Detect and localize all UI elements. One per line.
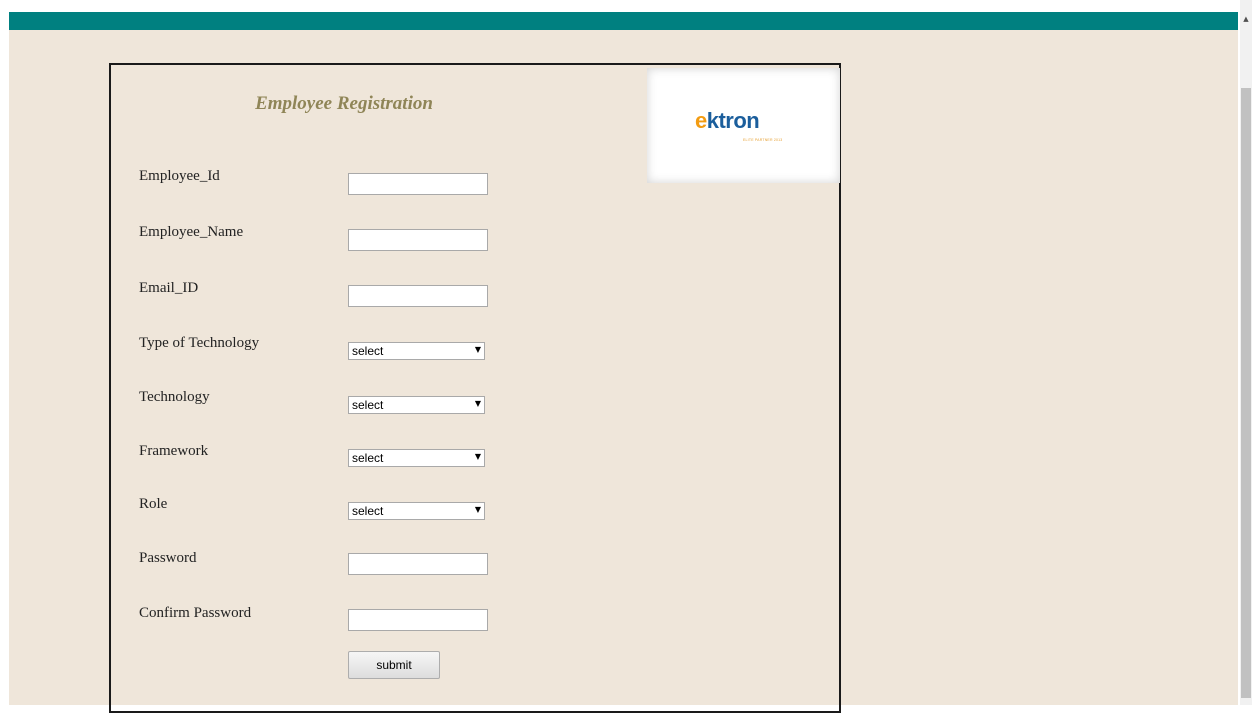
confirm-password-label: Confirm Password xyxy=(139,605,252,621)
type-of-technology-select[interactable]: select ▼ xyxy=(348,342,485,360)
framework-selected: select xyxy=(352,451,384,465)
framework-label: Framework xyxy=(139,443,209,459)
logo-wordmark: ektron xyxy=(695,108,760,133)
confirm-password-field[interactable] xyxy=(348,609,488,631)
technology-selected: select xyxy=(352,398,384,412)
submit-button[interactable]: submit xyxy=(348,651,440,679)
role-select[interactable]: select ▼ xyxy=(348,502,485,520)
type-of-technology-selected: select xyxy=(352,344,384,358)
employee-id-field[interactable] xyxy=(348,173,488,195)
email-id-field[interactable] xyxy=(348,285,488,307)
dropdown-arrow-icon: ▼ xyxy=(474,452,481,461)
logo-tagline: ELITE PARTNER 2013 xyxy=(743,138,783,142)
registration-form: Employee Registration ektron ELITE PARTN… xyxy=(109,63,841,713)
password-label: Password xyxy=(139,550,197,566)
employee-name-label: Employee_Name xyxy=(139,224,244,240)
technology-label: Technology xyxy=(139,389,210,405)
framework-select[interactable]: select ▼ xyxy=(348,449,485,467)
role-selected: select xyxy=(352,504,384,518)
employee-name-field[interactable] xyxy=(348,229,488,251)
employee-id-label: Employee_Id xyxy=(139,168,220,184)
dropdown-arrow-icon: ▼ xyxy=(474,505,481,514)
email-id-label: Email_ID xyxy=(139,280,199,296)
password-field[interactable] xyxy=(348,553,488,575)
scroll-up-arrow-icon[interactable]: ▲ xyxy=(1240,12,1252,26)
role-label: Role xyxy=(139,496,168,512)
dropdown-arrow-icon: ▼ xyxy=(474,345,481,354)
header-bar xyxy=(9,12,1238,30)
vertical-scrollbar[interactable]: ▲ xyxy=(1240,0,1252,705)
technology-select[interactable]: select ▼ xyxy=(348,396,485,414)
form-title: Employee Registration xyxy=(255,93,433,114)
ektron-logo: ektron ELITE PARTNER 2013 xyxy=(647,68,840,183)
dropdown-arrow-icon: ▼ xyxy=(474,399,481,408)
browser-viewport: Employee Registration ektron ELITE PARTN… xyxy=(0,0,1252,713)
page: Employee Registration ektron ELITE PARTN… xyxy=(9,12,1238,713)
scroll-thumb[interactable] xyxy=(1241,88,1251,698)
type-of-technology-label: Type of Technology xyxy=(139,335,260,351)
